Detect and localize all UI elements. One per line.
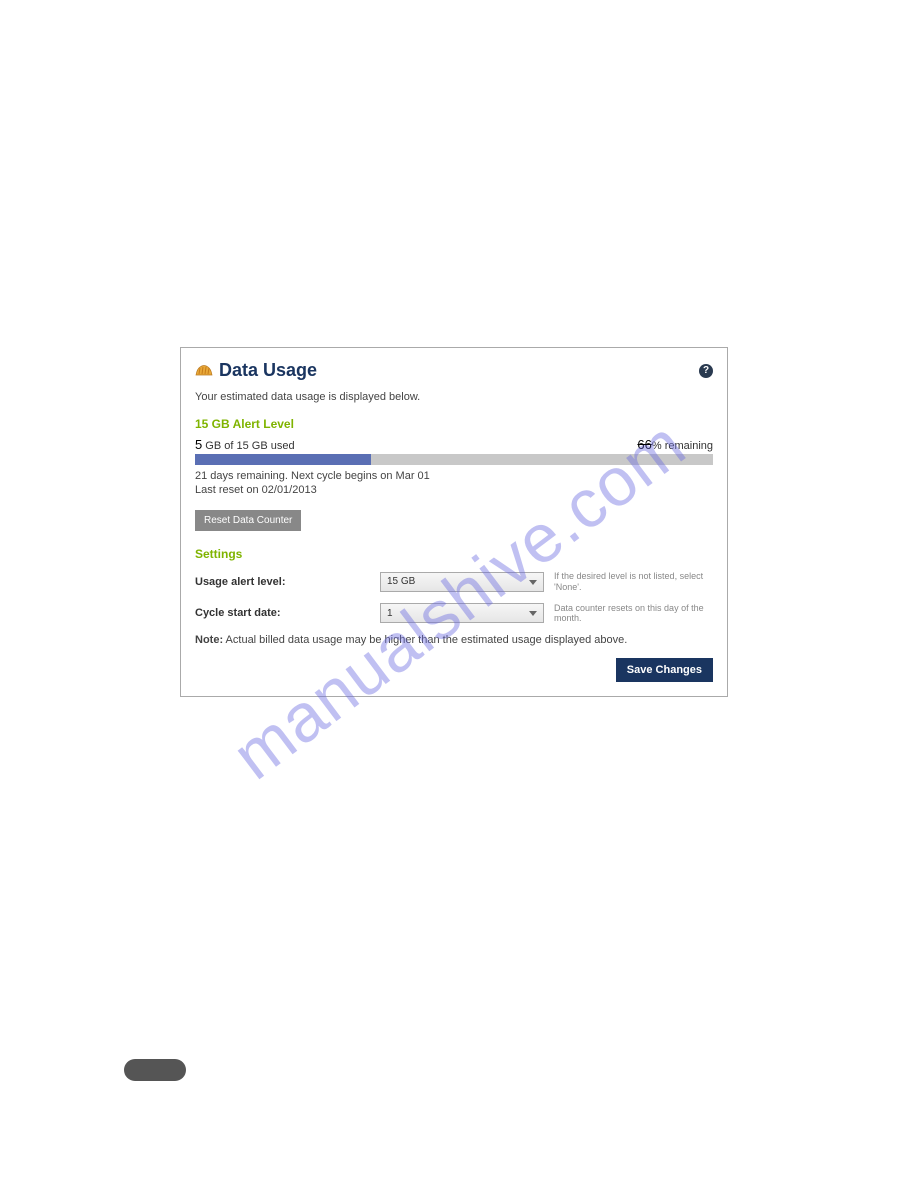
save-changes-button[interactable]: Save Changes	[616, 658, 713, 682]
note-label: Note:	[195, 634, 223, 646]
setting-row-cycle-start: Cycle start date: 1 Data counter resets …	[195, 603, 713, 625]
data-usage-icon	[195, 363, 213, 378]
cycle-remaining-line: 21 days remaining. Next cycle begins on …	[195, 470, 713, 482]
note-text: Actual billed data usage may be higher t…	[223, 634, 627, 646]
progress-bar	[195, 454, 713, 465]
usage-row: 5 GB of 15 GB used 66% remaining	[195, 437, 713, 452]
usage-remaining: 66% remaining	[637, 437, 713, 452]
panel-header: Data Usage ?	[195, 360, 713, 381]
settings-heading: Settings	[195, 547, 713, 561]
usage-alert-hint: If the desired level is not listed, sele…	[554, 571, 713, 593]
usage-alert-label: Usage alert level:	[195, 576, 380, 588]
panel-title-wrap: Data Usage	[195, 360, 317, 381]
usage-remaining-num: 66	[637, 437, 651, 452]
save-button-row: Save Changes	[195, 658, 713, 682]
cycle-start-select[interactable]: 1	[380, 603, 544, 623]
setting-row-usage-alert: Usage alert level: 15 GB If the desired …	[195, 571, 713, 593]
usage-alert-select[interactable]: 15 GB	[380, 572, 544, 592]
panel-title: Data Usage	[219, 360, 317, 381]
last-reset-line: Last reset on 02/01/2013	[195, 484, 713, 496]
progress-fill	[195, 454, 371, 465]
data-usage-panel: Data Usage ? Your estimated data usage i…	[180, 347, 728, 697]
usage-used-rest: GB of 15 GB used	[202, 440, 294, 452]
usage-used: 5 GB of 15 GB used	[195, 437, 295, 452]
page-badge	[124, 1059, 186, 1081]
panel-description: Your estimated data usage is displayed b…	[195, 391, 713, 403]
help-icon[interactable]: ?	[699, 364, 713, 378]
cycle-start-label: Cycle start date:	[195, 607, 380, 619]
reset-data-counter-button[interactable]: Reset Data Counter	[195, 510, 301, 531]
cycle-start-hint: Data counter resets on this day of the m…	[554, 603, 713, 625]
usage-remaining-rest: % remaining	[652, 440, 713, 452]
note-line: Note: Actual billed data usage may be hi…	[195, 634, 713, 646]
alert-level-label: 15 GB Alert Level	[195, 417, 713, 431]
